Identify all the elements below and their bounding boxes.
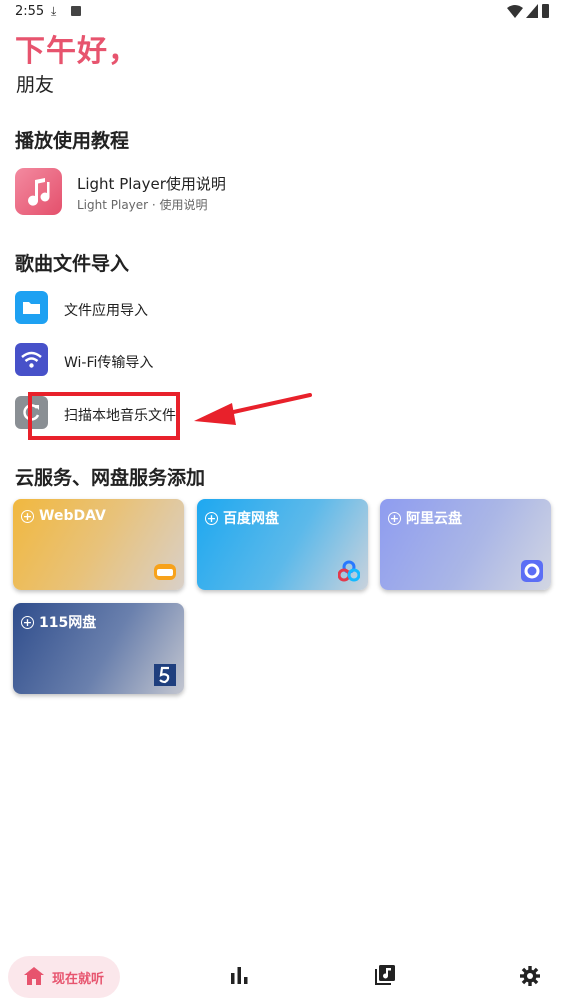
- cloud-card-115[interactable]: +115网盘: [13, 603, 184, 694]
- baidu-logo-icon: [337, 560, 361, 582]
- 115-logo-icon: [154, 664, 176, 686]
- music-note-icon: [15, 168, 62, 215]
- nav-home-label: 现在就听: [52, 972, 105, 987]
- cloud-card-aliyun[interactable]: + 阿里云盘: [380, 499, 551, 590]
- tutorial-section-title: 播放使用教程: [15, 130, 130, 152]
- annotation-arrow: [194, 393, 312, 425]
- webdav-logo-icon: [154, 560, 176, 582]
- import-files-app-label: 文件应用导入: [64, 303, 148, 319]
- music-library-icon[interactable]: [375, 965, 395, 985]
- tutorial-item[interactable]: Light Player使用说明 Light Player · 使用说明: [0, 160, 564, 224]
- aliyun-logo-icon: [521, 560, 543, 582]
- nav-home-button[interactable]: 现在就听: [8, 956, 120, 998]
- folder-icon: [15, 291, 48, 324]
- cloud-card-aliyun-label: 阿里云盘: [406, 511, 462, 527]
- status-bar: 2:55 ⤓: [0, 0, 564, 24]
- equalizer-icon[interactable]: [231, 967, 248, 984]
- import-wifi-transfer[interactable]: Wi-Fi传输导入: [0, 338, 564, 384]
- greeting-name: 朋友: [16, 74, 55, 96]
- cloud-card-baidu-label: 百度网盘: [223, 511, 279, 527]
- annotation-highlight-box: [28, 392, 180, 440]
- cloud-card-webdav-label: WebDAV: [39, 508, 106, 524]
- download-icon: ⤓: [51, 4, 57, 18]
- notification-icon: [71, 6, 81, 16]
- cell-signal-icon: [526, 4, 538, 18]
- import-files-app[interactable]: 文件应用导入: [0, 286, 564, 332]
- cloud-card-baidu[interactable]: + 百度网盘: [197, 499, 368, 590]
- battery-icon: [542, 4, 549, 18]
- greeting-title: 下午好，: [15, 34, 139, 69]
- tutorial-item-subtitle: Light Player · 使用说明: [77, 198, 208, 212]
- add-circle-icon: +: [388, 511, 401, 525]
- tutorial-item-title: Light Player使用说明: [77, 175, 226, 193]
- cloud-card-webdav[interactable]: + WebDAV: [13, 499, 184, 590]
- cloud-section-title: 云服务、网盘服务添加: [15, 467, 206, 489]
- settings-gear-icon[interactable]: [520, 966, 540, 986]
- wifi-signal-icon: [507, 5, 523, 18]
- wifi-icon: [15, 343, 48, 376]
- add-circle-icon: +: [205, 511, 218, 525]
- add-circle-icon: +: [21, 615, 34, 629]
- cloud-card-115-label: 115网盘: [39, 615, 97, 631]
- home-icon: [24, 967, 44, 985]
- status-time: 2:55: [15, 4, 45, 19]
- import-section-title: 歌曲文件导入: [15, 253, 130, 275]
- import-wifi-transfer-label: Wi-Fi传输导入: [64, 355, 154, 371]
- add-circle-icon: +: [21, 509, 34, 523]
